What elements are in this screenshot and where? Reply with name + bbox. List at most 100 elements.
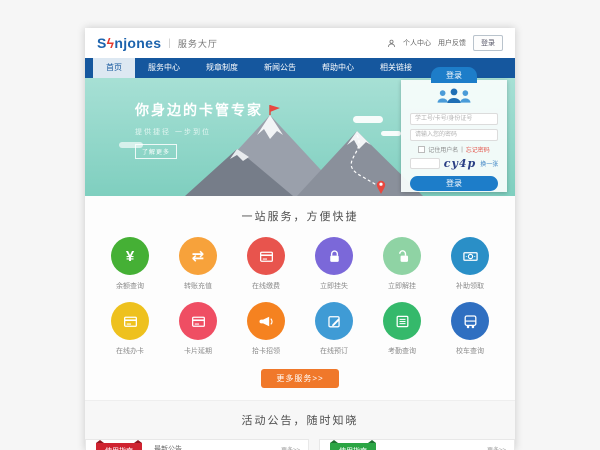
unlock-icon [394, 248, 411, 265]
nav-item-rules[interactable]: 规章制度 [193, 58, 251, 78]
separator: | [461, 147, 463, 153]
service-item-balance[interactable]: ¥ 余额查询 [96, 237, 164, 291]
nav-item-links[interactable]: 相关链接 [367, 58, 425, 78]
service-circle [179, 302, 217, 340]
service-item-subsidy[interactable]: 补助领取 [436, 237, 504, 291]
site-name: 服务大厅 [178, 37, 218, 50]
captcha-row: cy4p 换一张 [401, 157, 507, 170]
service-label: 在线预订 [300, 346, 368, 356]
captcha-input[interactable] [410, 158, 440, 169]
service-label: 立即解挂 [368, 281, 436, 291]
service-circle [247, 237, 285, 275]
captcha-image[interactable]: cy4p [444, 157, 476, 170]
logo[interactable]: Sϟnjones [97, 35, 161, 51]
service-label: 立即挂失 [300, 281, 368, 291]
tab-user-guide[interactable]: 使用指南 [96, 443, 142, 450]
header-divider: | [168, 38, 171, 49]
link-user-feedback[interactable]: 用户反馈 [438, 38, 466, 48]
services-title: 一站服务，方便快捷 [85, 208, 515, 224]
service-circle [383, 237, 421, 275]
card-icon [258, 248, 275, 265]
service-circle [383, 302, 421, 340]
nav-item-news[interactable]: 新闻公告 [251, 58, 309, 78]
service-label: 补助领取 [436, 281, 504, 291]
service-item-apply-card[interactable]: 在线办卡 [96, 302, 164, 356]
remember-row: 记住用户名 | 忘记密码 [401, 145, 507, 154]
more-link[interactable]: 更多>> [487, 445, 506, 450]
service-label: 余额查询 [96, 281, 164, 291]
service-circle [451, 302, 489, 340]
services-section: 一站服务，方便快捷 ¥ 余额查询 ⇄ 转账充值 [85, 196, 515, 400]
tab-user-guide[interactable]: 使用指南 [330, 443, 376, 450]
service-label: 校车查询 [436, 346, 504, 356]
person-icon [387, 39, 396, 48]
link-personal-center[interactable]: 个人中心 [403, 38, 431, 48]
service-label: 在线缴费 [232, 281, 300, 291]
service-label: 拾卡招领 [232, 346, 300, 356]
service-item-transfer[interactable]: ⇄ 转账充值 [164, 237, 232, 291]
logo-text-s: S [97, 35, 107, 51]
edit-icon [326, 313, 343, 330]
service-item-card-extension[interactable]: 卡片延期 [164, 302, 232, 356]
service-item-attendance[interactable]: 考勤查询 [368, 302, 436, 356]
announcement-panels: 使用指南 最新公告 更多>> 使用指南 更多>> [85, 439, 515, 450]
banner-cta-button[interactable]: 了解更多 [135, 144, 177, 159]
service-circle [247, 302, 285, 340]
service-item-online-booking[interactable]: 在线预订 [300, 302, 368, 356]
service-circle: ¥ [111, 237, 149, 275]
service-circle: ⇄ [179, 237, 217, 275]
card-icon [190, 313, 207, 330]
service-circle [451, 237, 489, 275]
more-services-button[interactable]: 更多服务>> [261, 369, 338, 388]
announcements-title: 活动公告，随时知晓 [85, 412, 515, 428]
banner-headline: 你身边的卡管专家 [135, 100, 263, 120]
username-input[interactable] [410, 113, 498, 125]
panel-header: 使用指南 更多>> [320, 440, 514, 450]
service-circle [315, 302, 353, 340]
service-circle [315, 237, 353, 275]
service-label: 转账充值 [164, 281, 232, 291]
header-left: Sϟnjones | 服务大厅 [97, 35, 218, 51]
login-submit-button[interactable]: 登录 [410, 176, 498, 191]
service-item-report-loss[interactable]: 立即挂失 [300, 237, 368, 291]
password-input[interactable] [410, 129, 498, 141]
tab-latest-news[interactable]: 最新公告 [154, 444, 182, 450]
announcements-section: 活动公告，随时知晓 使用指南 最新公告 更多>> 使用指南 更多>> [85, 400, 515, 450]
service-item-unfreeze[interactable]: 立即解挂 [368, 237, 436, 291]
remember-label: 记住用户名 [428, 145, 458, 154]
service-label: 卡片延期 [164, 346, 232, 356]
webpage: Sϟnjones | 服务大厅 个人中心 用户反馈 登录 首页 服务中心 规章制… [85, 28, 515, 450]
more-link[interactable]: 更多>> [281, 445, 300, 450]
site-header: Sϟnjones | 服务大厅 个人中心 用户反馈 登录 [85, 28, 515, 58]
nav-item-help[interactable]: 帮助中心 [309, 58, 367, 78]
service-item-school-bus[interactable]: 校车查询 [436, 302, 504, 356]
banknote-icon [462, 248, 479, 265]
nav-item-service-center[interactable]: 服务中心 [135, 58, 193, 78]
service-label: 在线办卡 [96, 346, 164, 356]
header-right: 个人中心 用户反馈 登录 [387, 35, 503, 51]
forgot-password-link[interactable]: 忘记密码 [466, 145, 490, 154]
login-panel: 登录 记住用户名 | 忘记密码 cy4p 换一张 登录 [401, 80, 507, 192]
service-label: 考勤查询 [368, 346, 436, 356]
service-item-online-payment[interactable]: 在线缴费 [232, 237, 300, 291]
service-item-lost-found[interactable]: 拾卡招领 [232, 302, 300, 356]
panel-header: 使用指南 最新公告 更多>> [86, 440, 308, 450]
banner-copy: 你身边的卡管专家 提供捷径 一步到位 了解更多 [135, 100, 263, 159]
guide-news-panel: 使用指南 最新公告 更多>> [85, 439, 309, 450]
yen-icon: ¥ [126, 249, 134, 264]
guide-panel: 使用指南 更多>> [319, 439, 515, 450]
bus-icon [462, 313, 479, 330]
nav-item-home[interactable]: 首页 [93, 58, 135, 78]
users-icon [433, 87, 475, 104]
login-tab[interactable]: 登录 [431, 67, 477, 83]
service-circle [111, 302, 149, 340]
services-grid: ¥ 余额查询 ⇄ 转账充值 在线缴费 [96, 237, 504, 356]
logo-text-njones: njones [114, 35, 161, 51]
card-icon [122, 313, 139, 330]
megaphone-icon [258, 313, 275, 330]
remember-checkbox[interactable] [418, 146, 425, 153]
captcha-refresh-link[interactable]: 换一张 [480, 159, 498, 168]
transfer-arrows-icon: ⇄ [192, 249, 205, 264]
header-login-button[interactable]: 登录 [473, 35, 503, 51]
list-icon [394, 313, 411, 330]
